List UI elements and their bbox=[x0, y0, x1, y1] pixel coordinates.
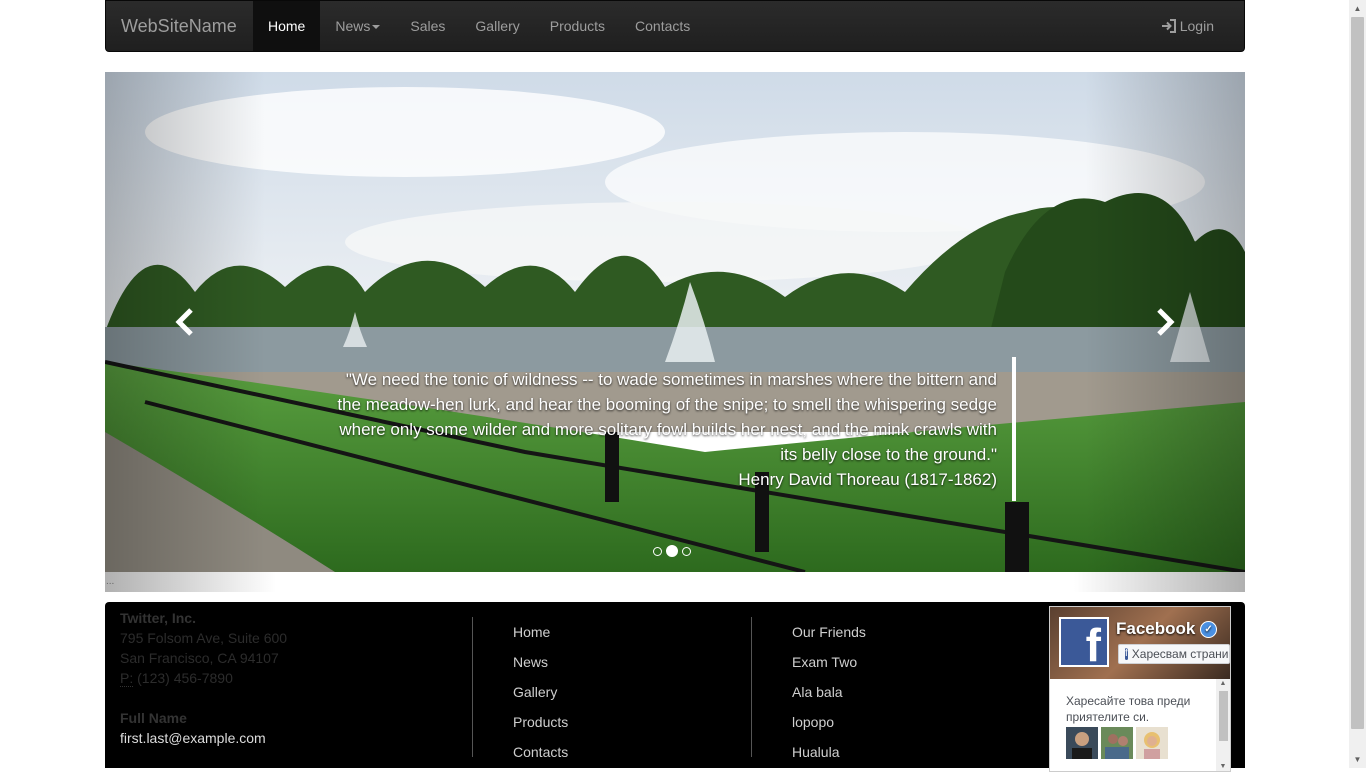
carousel-next-button[interactable] bbox=[1085, 72, 1245, 572]
address-line-1: 795 Folsom Ave, Suite 600 bbox=[120, 630, 288, 646]
page-scroll-thumb[interactable] bbox=[1351, 17, 1364, 729]
contact-name: Full Name bbox=[120, 710, 187, 726]
hero-carousel: "We need the tonic of wildness -- to wad… bbox=[105, 72, 1245, 572]
caption-divider bbox=[1012, 357, 1016, 501]
footer-divider-2 bbox=[751, 617, 752, 757]
scroll-down-arrow-icon[interactable]: ▼ bbox=[1216, 763, 1230, 770]
login-icon bbox=[1161, 19, 1176, 33]
footer-link-hualula[interactable]: Hualula bbox=[792, 737, 866, 767]
nav-sales[interactable]: Sales bbox=[395, 1, 460, 51]
footer-links-col-2: Our Friends Exam Two Ala bala lopopo Hua… bbox=[792, 617, 866, 767]
carousel-indicator-3[interactable] bbox=[682, 546, 691, 556]
facebook-like-button[interactable]: f Харесвам страницата bbox=[1118, 644, 1230, 664]
footer-links-col-1: Home News Gallery Products Contacts bbox=[513, 617, 568, 767]
caption-author: Henry David Thoreau (1817-1862) bbox=[738, 470, 997, 489]
nav-news[interactable]: News bbox=[320, 1, 395, 51]
footer-link-news[interactable]: News bbox=[513, 647, 568, 677]
facebook-prompt: Харесайте това преди приятелите си. bbox=[1066, 694, 1191, 724]
facebook-small-icon: f bbox=[1125, 648, 1128, 660]
footer-link-contacts[interactable]: Contacts bbox=[513, 737, 568, 767]
chevron-right-icon bbox=[1157, 308, 1175, 336]
caret-down-icon bbox=[372, 25, 381, 30]
footer-link-products[interactable]: Products bbox=[513, 707, 568, 737]
facebook-friend-faces bbox=[1066, 727, 1168, 759]
scroll-down-arrow-icon[interactable]: ▼ bbox=[1349, 751, 1366, 768]
navbar: WebSiteName Home News Sales Gallery Prod… bbox=[105, 0, 1245, 52]
phone-abbr: P: bbox=[120, 670, 134, 687]
facebook-page-widget: f Facebook ✓ f Харесвам страницата Харес… bbox=[1049, 606, 1231, 772]
nav-home[interactable]: Home bbox=[253, 1, 321, 51]
facebook-logo-icon[interactable]: f bbox=[1059, 617, 1109, 671]
company-name: Twitter, Inc. bbox=[120, 610, 196, 626]
footer-link-our-friends[interactable]: Our Friends bbox=[792, 617, 866, 647]
main-nav: Home News Sales Gallery Products Contact… bbox=[253, 1, 705, 51]
brand-link[interactable]: WebSiteName bbox=[121, 1, 237, 51]
nav-gallery[interactable]: Gallery bbox=[460, 1, 534, 51]
chevron-left-icon bbox=[175, 308, 193, 336]
address-line-2: San Francisco, CA 94107 bbox=[120, 650, 279, 666]
carousel-prev-button[interactable] bbox=[105, 72, 265, 572]
facebook-page-name-text: Facebook bbox=[1116, 619, 1196, 638]
carousel-shadow-strip bbox=[105, 572, 1245, 592]
scroll-up-arrow-icon[interactable]: ▲ bbox=[1349, 0, 1366, 17]
footer-address: Twitter, Inc. 795 Folsom Ave, Suite 600 … bbox=[120, 608, 287, 748]
carousel-indicator-1[interactable] bbox=[653, 546, 662, 556]
caption-quote: "We need the tonic of wildness -- to wad… bbox=[337, 370, 997, 464]
carousel-indicator-2[interactable] bbox=[666, 545, 678, 557]
friend-avatar[interactable] bbox=[1136, 727, 1168, 759]
login-label: Login bbox=[1179, 18, 1214, 34]
strip-ellipsis: ... bbox=[106, 576, 115, 587]
carousel-caption: "We need the tonic of wildness -- to wad… bbox=[325, 367, 997, 492]
facebook-widget-scrollbar[interactable]: ▲ ▼ bbox=[1216, 679, 1230, 771]
park-fountain-image bbox=[105, 72, 1245, 572]
contact-email-link[interactable]: first.last@example.com bbox=[120, 730, 266, 746]
carousel-indicators bbox=[653, 545, 691, 557]
nav-news-label: News bbox=[335, 18, 371, 34]
scroll-up-arrow-icon[interactable]: ▲ bbox=[1216, 680, 1230, 687]
footer-link-gallery[interactable]: Gallery bbox=[513, 677, 568, 707]
footer-link-lopopo[interactable]: lopopo bbox=[792, 707, 866, 737]
facebook-like-label: Харесвам страницата bbox=[1131, 647, 1229, 661]
phone-number: (123) 456-7890 bbox=[137, 670, 233, 686]
footer-link-ala-bala[interactable]: Ala bala bbox=[792, 677, 866, 707]
nav-products[interactable]: Products bbox=[535, 1, 620, 51]
login-link[interactable]: Login bbox=[1161, 1, 1214, 51]
footer-link-exam-two[interactable]: Exam Two bbox=[792, 647, 866, 677]
nav-contacts[interactable]: Contacts bbox=[620, 1, 705, 51]
verified-check-icon: ✓ bbox=[1200, 621, 1218, 639]
page-scrollbar[interactable]: ▲ ▼ bbox=[1349, 0, 1366, 768]
footer-link-home[interactable]: Home bbox=[513, 617, 568, 647]
friend-avatar[interactable] bbox=[1101, 727, 1133, 759]
facebook-page-name[interactable]: Facebook ✓ bbox=[1116, 619, 1218, 639]
facebook-scroll-thumb[interactable] bbox=[1219, 691, 1228, 741]
footer-divider-1 bbox=[472, 617, 473, 757]
footer: Twitter, Inc. 795 Folsom Ave, Suite 600 … bbox=[105, 602, 1245, 772]
friend-avatar[interactable] bbox=[1066, 727, 1098, 759]
